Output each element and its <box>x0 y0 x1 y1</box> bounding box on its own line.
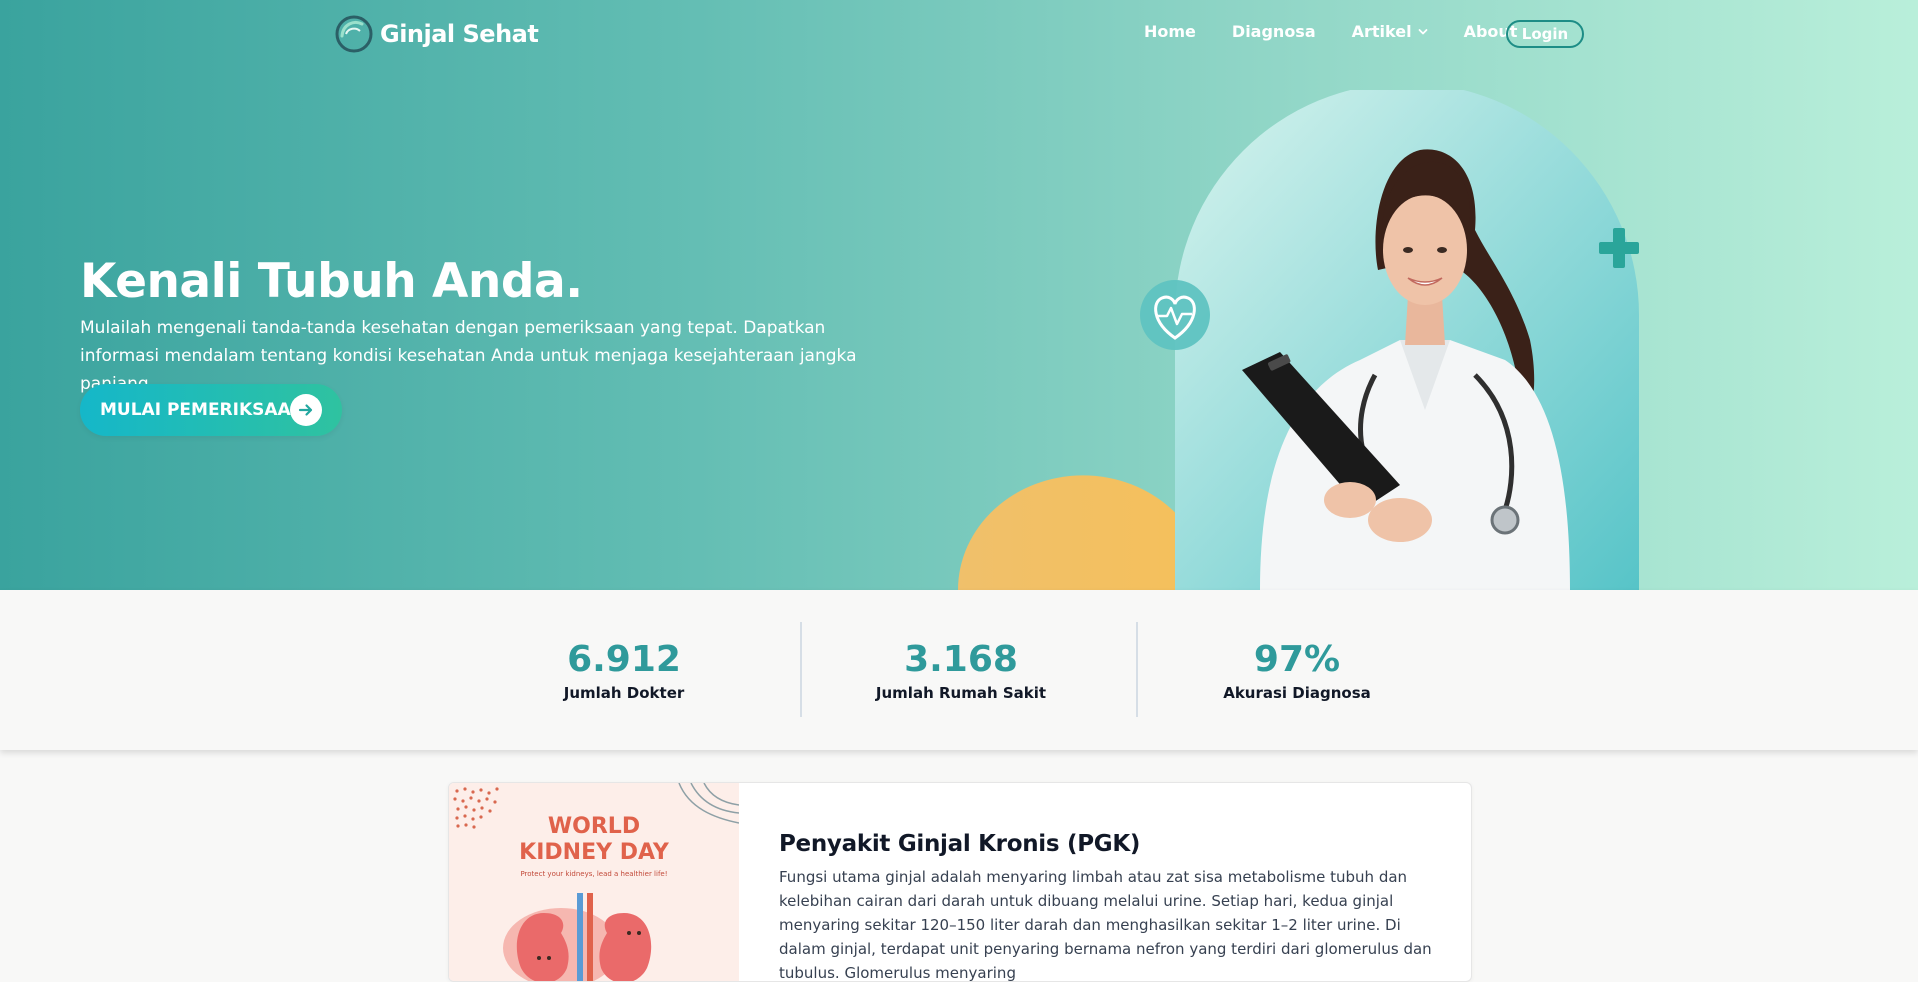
stat-label: Jumlah Rumah Sakit <box>875 684 1047 702</box>
stat-label: Akurasi Diagnosa <box>1223 684 1371 702</box>
stat-label: Jumlah Dokter <box>563 684 685 702</box>
article-excerpt: Fungsi utama ginjal adalah menyaring lim… <box>779 868 1432 982</box>
stat-doctors: 6.912 Jumlah Dokter <box>464 638 784 702</box>
stats-section: 6.912 Jumlah Dokter 3.168 Jumlah Rumah S… <box>0 590 1918 750</box>
nav-links: Home Diagnosa Artikel About <box>1144 22 1517 41</box>
brand[interactable]: Ginjal Sehat <box>334 14 539 54</box>
arrow-right-icon <box>290 394 322 426</box>
start-examination-button[interactable]: MULAI PEMERIKSAAN <box>80 384 342 436</box>
login-button[interactable]: Login <box>1506 20 1584 48</box>
hero-text: Kenali Tubuh Anda. Mulailah mengenali ta… <box>80 252 900 398</box>
article-card[interactable]: WORLD KIDNEY DAY Protect your kidneys, l… <box>448 782 1472 982</box>
nav-diagnosa[interactable]: Diagnosa <box>1232 22 1316 41</box>
doctor-illustration <box>958 90 1639 590</box>
stat-value: 97% <box>1253 639 1341 680</box>
article-body: Penyakit Ginjal Kronis (PGK) Fungsi utam… <box>779 831 1445 982</box>
image-title-line1: WORLD <box>548 814 640 839</box>
cta-label: MULAI PEMERIKSAAN <box>100 400 305 420</box>
stat-accuracy: 97% Akurasi Diagnosa <box>1137 638 1457 702</box>
navbar: Ginjal Sehat Home Diagnosa Artikel About… <box>0 0 1918 68</box>
image-title-line2: KIDNEY DAY <box>519 840 670 865</box>
image-subtitle: Protect your kidneys, lead a healthier l… <box>520 870 667 878</box>
hero-section: Ginjal Sehat Home Diagnosa Artikel About… <box>0 0 1918 590</box>
article-image: WORLD KIDNEY DAY Protect your kidneys, l… <box>449 783 739 981</box>
heart-pulse-icon <box>1140 280 1210 350</box>
nav-home[interactable]: Home <box>1144 22 1196 41</box>
article-title[interactable]: Penyakit Ginjal Kronis (PGK) <box>779 831 1445 857</box>
brand-name: Ginjal Sehat <box>380 20 539 48</box>
chevron-down-icon <box>1418 28 1427 34</box>
kidney-circle-logo-icon <box>335 15 373 53</box>
stat-value: 3.168 <box>904 639 1018 680</box>
hero-title: Kenali Tubuh Anda. <box>80 254 583 309</box>
stat-hospitals: 3.168 Jumlah Rumah Sakit <box>801 638 1121 702</box>
stat-value: 6.912 <box>567 639 681 680</box>
yellow-semicircle-shape <box>958 475 1208 590</box>
nav-artikel[interactable]: Artikel <box>1352 22 1428 41</box>
